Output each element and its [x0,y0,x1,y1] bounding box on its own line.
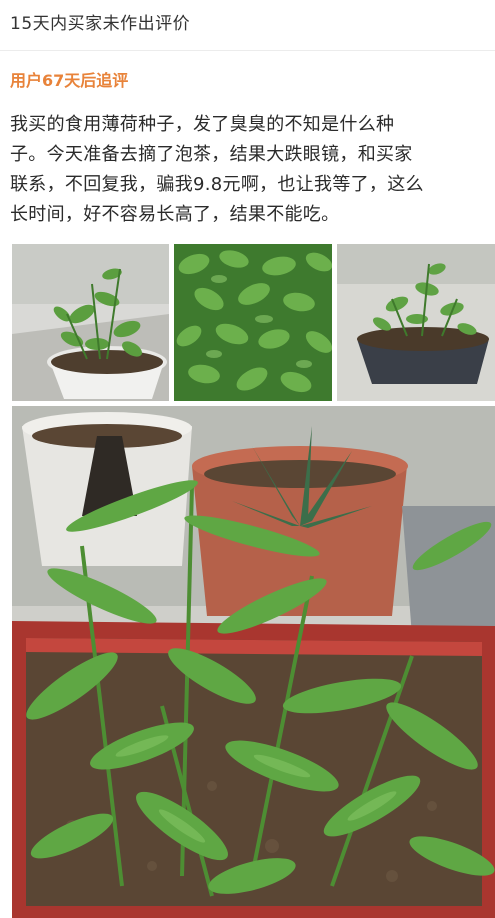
review-photo-2[interactable] [174,244,332,401]
followup-label: 用户67天后追评 [10,71,129,90]
review-line: 子。今天准备去摘了泡茶，结果大跌眼镜，和买家 [10,144,413,165]
review-line: 长时间，好不容易长高了，结果不能吃。 [10,204,340,225]
review-line: 联系，不回复我，骗我9.8元啊，也让我等了，这么 [10,174,424,195]
review-photo-4[interactable] [12,406,495,918]
review-line: 我买的食用薄荷种子，发了臭臭的不知是什么种 [10,114,395,135]
plant-in-dark-pot-image [337,244,495,401]
plant-in-white-pot-image [12,244,169,401]
plants-in-red-planter-image [12,406,495,918]
review-text: 我买的食用薄荷种子，发了臭臭的不知是什么种 子。今天准备去摘了泡茶，结果大跌眼镜… [10,110,490,230]
header-title: 15天内买家未作出评价 [10,14,191,34]
header: 15天内买家未作出评价 [0,0,495,50]
divider [0,50,495,51]
review-photo-3[interactable] [337,244,495,401]
review-photo-1[interactable] [12,244,169,401]
dense-leaves-image [174,244,332,401]
